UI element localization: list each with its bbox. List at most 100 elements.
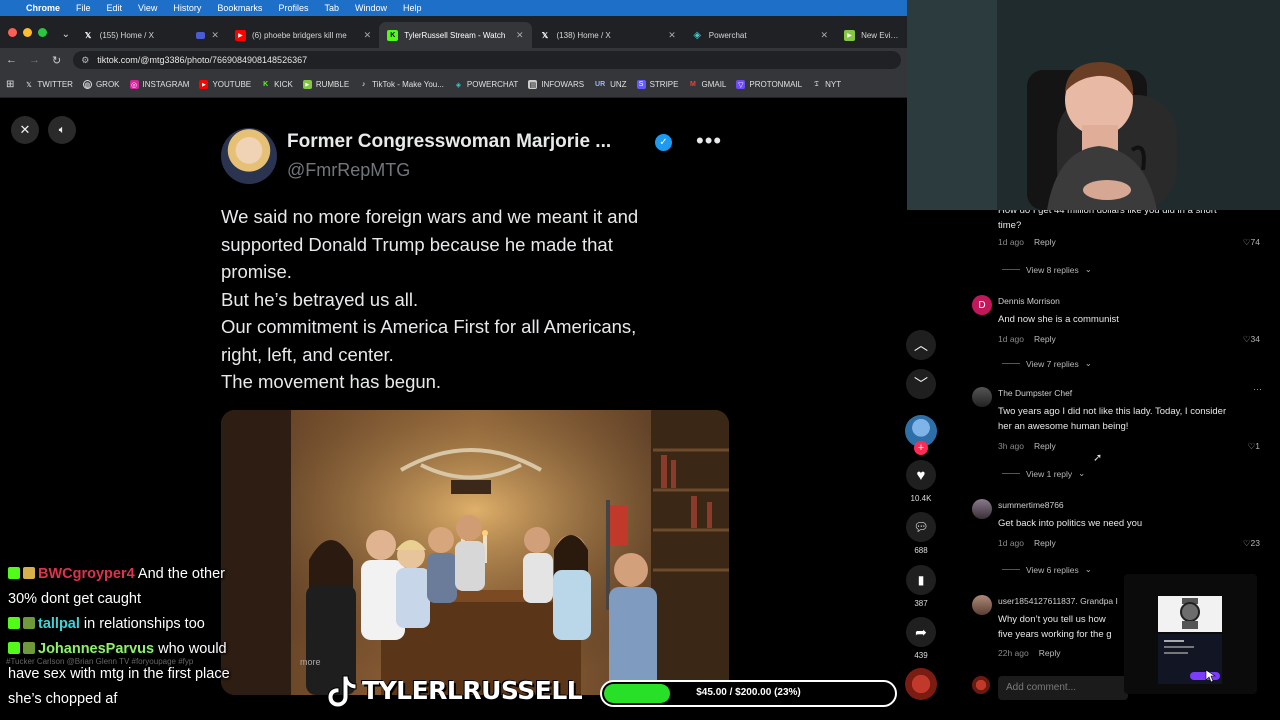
reply-button[interactable]: Reply <box>1034 334 1056 344</box>
zoom-window-button[interactable] <box>38 28 47 37</box>
volume-icon[interactable]: 🔈︎ <box>48 116 76 144</box>
bookmark-grok[interactable]: ◍ GROK <box>82 80 120 89</box>
bookmark-gmail[interactable]: M GMAIL <box>688 80 726 89</box>
bookmark-stripe[interactable]: S STRIPE <box>636 80 679 89</box>
chat-message: 30% dont get caught <box>8 587 298 612</box>
tab-title: (138) Home / X <box>556 30 611 40</box>
follow-plus-icon[interactable]: + <box>914 441 928 455</box>
comment-meta: 22h ago Reply <box>998 648 1060 658</box>
comment-line: Get back into politics we need you <box>998 518 1143 529</box>
tab-search-icon[interactable]: ⌄ <box>57 29 75 48</box>
reload-icon[interactable]: ↻ <box>52 54 61 67</box>
view-replies-button[interactable]: View 1 reply ⌄ <box>1002 468 1085 479</box>
bookmark-instagram[interactable]: ◎ INSTAGRAM <box>129 80 190 89</box>
view-replies-button[interactable]: View 6 replies ⌄ <box>1002 564 1092 575</box>
ad-overlay[interactable] <box>1124 574 1257 694</box>
comment-text: How do I get 44 million dollars like you… <box>998 210 1263 233</box>
menu-edit[interactable]: Edit <box>107 3 123 13</box>
bookmark-youtube[interactable]: ▶ YOUTUBE <box>199 80 251 89</box>
streamer-name: TYLERLRUSSELL <box>362 676 583 705</box>
comment-username[interactable]: Dennis Morrison <box>998 296 1060 306</box>
bookmark-icon[interactable]: ▮ <box>906 565 936 595</box>
menu-help[interactable]: Help <box>403 3 422 13</box>
chat-text: who would <box>154 641 227 657</box>
bookmark-rumble[interactable]: ▶ RUMBLE <box>302 80 349 89</box>
reply-button[interactable]: Reply <box>1034 441 1056 451</box>
menu-view[interactable]: View <box>138 3 157 13</box>
kick-icon: K <box>263 81 269 88</box>
menu-history[interactable]: History <box>173 3 201 13</box>
bookmark-label: STRIPE <box>649 80 679 89</box>
avatar[interactable]: D <box>972 295 992 315</box>
like-heart-icon[interactable]: ♥ <box>906 460 936 490</box>
grok-icon: ◍ <box>82 80 92 89</box>
close-icon[interactable]: ✕ <box>11 116 39 144</box>
comment-like[interactable]: ♡74 <box>1243 237 1260 248</box>
close-tab-icon[interactable]: ✕ <box>668 30 676 41</box>
tab-x-home-138[interactable]: 𝕏 (138) Home / X ✕ <box>532 22 684 48</box>
bookmark-kick[interactable]: K KICK <box>261 80 293 89</box>
menu-profiles[interactable]: Profiles <box>278 3 308 13</box>
bookmark-infowars[interactable]: ▤ INFOWARS <box>528 80 584 89</box>
previous-post-button[interactable]: ︿ <box>906 330 936 360</box>
bookmark-nyt[interactable]: 𝔗 NYT <box>812 80 841 89</box>
sound-disc-icon[interactable] <box>905 668 937 700</box>
view-replies-button[interactable]: View 7 replies ⌄ <box>1002 358 1092 369</box>
comment-username[interactable]: summertime8766 <box>998 500 1064 510</box>
tab-new-evidence[interactable]: ▶ New Evidence <box>836 22 907 48</box>
menu-window[interactable]: Window <box>355 3 387 13</box>
bookmark-label: INSTAGRAM <box>142 80 190 89</box>
close-tab-icon[interactable]: ✕ <box>516 30 524 41</box>
reply-button[interactable]: Reply <box>1034 237 1056 247</box>
view-replies-label: View 7 replies <box>1026 358 1079 369</box>
tab-powerchat[interactable]: ◈ Powerchat ✕ <box>684 22 836 48</box>
comment-count: 688 <box>914 546 928 555</box>
bookmark-powerchat[interactable]: ◈ POWERCHAT <box>454 80 519 89</box>
comment-time: 1d ago <box>998 334 1024 344</box>
comment-text: And now she is a communist <box>998 312 1263 327</box>
view-replies-button[interactable]: View 8 replies ⌄ <box>1002 264 1092 275</box>
next-post-button[interactable]: ﹀ <box>906 369 936 399</box>
apps-grid-icon[interactable]: ⊞ <box>6 79 14 90</box>
url-text[interactable]: tiktok.com/@mtg3386/photo/76690849081485… <box>97 55 307 65</box>
close-window-button[interactable] <box>8 28 17 37</box>
tab-x-home-155[interactable]: 𝕏 (155) Home / X ✕ <box>75 22 227 48</box>
avatar[interactable] <box>972 499 992 519</box>
site-info-icon[interactable]: ⚙ <box>81 55 89 66</box>
reply-button[interactable]: Reply <box>1034 538 1056 548</box>
menu-file[interactable]: File <box>76 3 91 13</box>
kick-icon: K <box>387 29 399 41</box>
comment-username[interactable]: The Dumpster Chef <box>998 388 1072 398</box>
close-tab-icon[interactable]: ✕ <box>211 30 219 41</box>
address-bar[interactable]: ⚙ tiktok.com/@mtg3386/photo/766908490814… <box>73 51 901 69</box>
comment-like[interactable]: ♡1 <box>1248 441 1260 452</box>
avatar[interactable] <box>972 387 992 407</box>
audio-icon[interactable] <box>196 31 206 39</box>
minimize-window-button[interactable] <box>23 28 32 37</box>
add-comment-input[interactable]: Add comment... <box>998 676 1128 700</box>
close-tab-icon[interactable]: ✕ <box>821 30 829 41</box>
share-icon[interactable]: ➦ <box>906 617 936 647</box>
bookmark-tiktok[interactable]: ♪ TikTok - Make You... <box>359 80 444 89</box>
divider <box>1002 473 1020 474</box>
menu-tab[interactable]: Tab <box>324 3 339 13</box>
comment-like[interactable]: ♡34 <box>1243 334 1260 345</box>
comment-more-icon[interactable]: ··· <box>1253 384 1262 394</box>
close-tab-icon[interactable]: ✕ <box>364 30 372 41</box>
comment-icon[interactable]: 💬︎ <box>906 512 936 542</box>
menu-app-name[interactable]: Chrome <box>26 3 60 13</box>
forward-icon[interactable]: → <box>29 54 40 66</box>
tab-youtube[interactable]: ▶ (6) phoebe bridgers kill me ✕ <box>227 22 379 48</box>
avatar[interactable] <box>972 595 992 615</box>
caption-more-link[interactable]: more <box>300 657 321 667</box>
tab-kick-stream[interactable]: K TylerRussell Stream - Watch ✕ <box>379 22 532 48</box>
bookmark-twitter[interactable]: 𝕏 TWITTER <box>24 80 73 89</box>
back-icon[interactable]: ← <box>6 54 17 66</box>
comment-like[interactable]: ♡23 <box>1243 538 1260 549</box>
reply-button[interactable]: Reply <box>1039 648 1061 658</box>
tweet-line: Our commitment is America First for all … <box>221 316 637 337</box>
bookmark-unz[interactable]: UR UNZ <box>594 80 627 89</box>
screen: { "menubar": { "app": "Chrome", "items":… <box>0 0 1280 720</box>
bookmark-protonmail[interactable]: ▽ PROTONMAIL <box>736 80 802 89</box>
menu-bookmarks[interactable]: Bookmarks <box>217 3 262 13</box>
